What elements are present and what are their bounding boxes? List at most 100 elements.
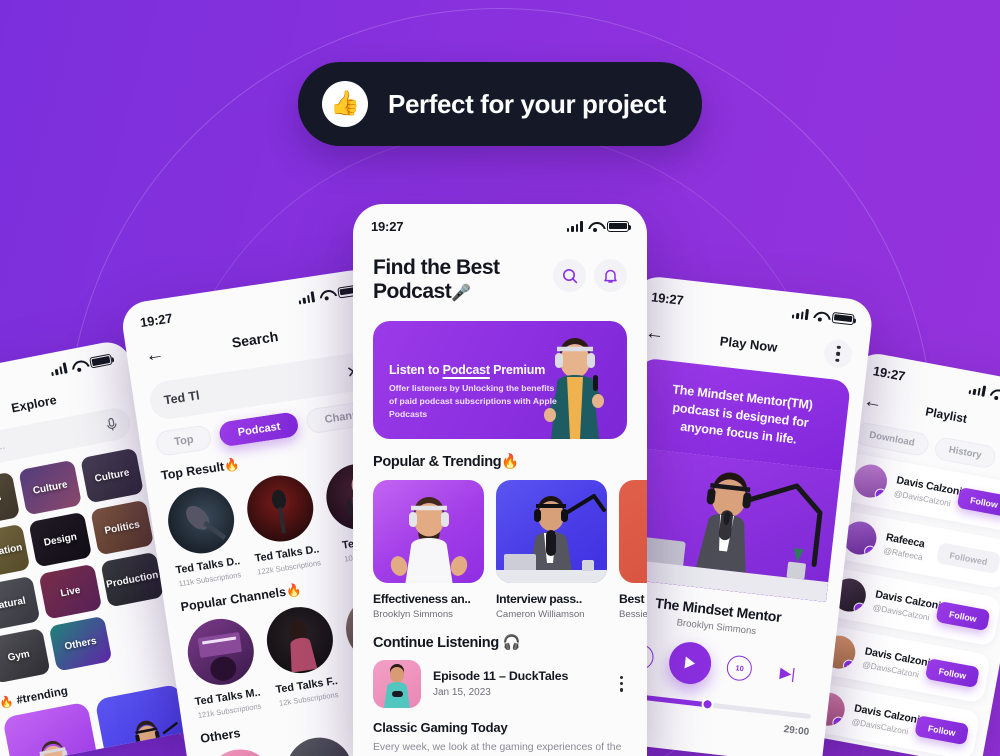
search-placeholder: Search... <box>0 440 6 459</box>
mic-photo <box>271 489 287 534</box>
category-tile[interactable]: Natural <box>0 575 41 632</box>
category-tile[interactable]: Design <box>28 511 93 568</box>
popular-trending-cards: Effectiveness an.. Brooklyn Simmons Inte… <box>353 470 647 620</box>
wifi-icon <box>70 359 86 372</box>
quote-text: The Mindset Mentor(TM) podcast is design… <box>671 382 814 447</box>
category-tile[interactable]: Production <box>100 551 165 608</box>
list-item[interactable]: Ted Talks F.. 12k Subscriptions <box>262 602 342 709</box>
category-tile[interactable]: News <box>0 471 21 528</box>
category-label: Live <box>59 584 82 599</box>
status-time: 19:27 <box>139 310 174 330</box>
card-artwork <box>373 479 484 583</box>
more-options-icon[interactable] <box>616 672 627 696</box>
battery-icon <box>831 311 855 325</box>
podcast-card[interactable]: Interview pass.. Cameron Williamson <box>496 479 607 620</box>
podcast-card[interactable]: Best Bessie <box>619 479 647 620</box>
follow-button[interactable]: Follow <box>956 487 1000 518</box>
speaker-photo <box>289 620 318 673</box>
tab-download[interactable]: Download <box>853 421 931 458</box>
episode-thumbnail <box>373 659 421 708</box>
tab-history[interactable]: History <box>932 435 998 470</box>
episode-date: Jan 15, 2023 <box>433 687 491 699</box>
wifi-icon <box>318 288 333 301</box>
verified-icon: ✓ <box>852 601 867 615</box>
magnifier-glyph <box>562 268 577 283</box>
forward-10-icon[interactable]: 10 <box>725 654 754 683</box>
status-icons <box>297 283 361 305</box>
category-tile[interactable]: Culture <box>18 459 83 516</box>
category-tile[interactable]: Live <box>38 563 103 620</box>
status-time: 19:27 <box>871 363 907 384</box>
status-icons <box>566 220 632 232</box>
banner-body: Offer listeners by Unlocking the benefit… <box>389 382 557 419</box>
play-button[interactable] <box>667 639 714 686</box>
bell-icon[interactable] <box>594 259 627 292</box>
avatar <box>242 471 318 547</box>
guest-illustration <box>619 480 647 583</box>
article-body: Every week, we look at the gaming experi… <box>373 741 622 753</box>
continue-listening-item[interactable]: Episode 11 – DuckTales Jan 15, 2023 <box>353 651 647 708</box>
microphone-icon: 🎤 <box>451 285 471 303</box>
card-title: Best <box>619 591 645 606</box>
home-header: Find the Best Podcast🎤 <box>353 242 647 305</box>
list-item[interactable]: Ted Talks D.. 122k Subscriptions <box>242 471 323 577</box>
banner-text: Listen to Podcast Premium Offer listener… <box>389 363 564 421</box>
followed-button[interactable]: Followed <box>936 542 1000 575</box>
wifi-icon <box>588 221 602 232</box>
category-label: Culture <box>31 478 69 497</box>
headphones-icon: 🎧 <box>502 634 521 651</box>
podcast-card[interactable]: Effectiveness an.. Brooklyn Simmons <box>373 479 484 620</box>
verified-icon: ✓ <box>863 544 878 558</box>
follow-button[interactable]: Follow <box>914 715 970 746</box>
category-label: Politics <box>103 518 141 537</box>
category-label: News <box>0 491 3 508</box>
wifi-icon <box>813 309 828 322</box>
list-item[interactable] <box>202 744 278 756</box>
premium-banner[interactable]: Listen to Podcast Premium Offer listener… <box>373 320 627 439</box>
page-title-line1: Find the Best <box>373 256 500 279</box>
category-label: Culture <box>93 466 131 485</box>
gamer-illustration <box>384 663 410 708</box>
card-artwork <box>619 479 647 583</box>
avatar <box>202 744 278 756</box>
category-tile[interactable]: Education <box>0 523 31 580</box>
wifi-icon <box>989 387 1000 400</box>
list-item-text: Davis Calzoni @DavisCalzoni <box>851 702 921 736</box>
next-track-icon[interactable]: ▶| <box>779 664 796 683</box>
category-label: Natural <box>0 594 27 613</box>
card-author: Cameron Williamson <box>496 608 585 620</box>
mic-icon[interactable] <box>105 417 118 433</box>
follow-button[interactable]: Follow <box>925 658 980 689</box>
card-title: Effectiveness an.. <box>373 591 471 606</box>
fire-icon: 🔥 <box>223 457 241 474</box>
verified-icon: ✓ <box>831 715 846 729</box>
category-tile[interactable]: Culture <box>80 447 144 504</box>
card-author: Bessie <box>619 608 647 620</box>
verified-icon: ✓ <box>873 487 888 501</box>
category-tile[interactable]: Politics <box>90 499 155 556</box>
list-item-text: Davis Calzoni @DavisCalzoni <box>862 645 932 679</box>
popular-trending-label: Popular & Trending <box>373 453 502 470</box>
interview-illustration <box>496 493 607 583</box>
mic-photo <box>186 505 227 541</box>
trending-card[interactable] <box>2 701 105 756</box>
signal-icon <box>297 290 316 305</box>
list-item[interactable]: Ted Talks M.. 121k Subscriptions <box>183 614 263 720</box>
follow-button[interactable]: Follow <box>935 601 991 632</box>
list-item[interactable] <box>281 733 357 756</box>
list-item[interactable]: Ted Talks D.. 111k Subscriptions <box>163 482 244 589</box>
category-label: Production <box>105 569 160 591</box>
avatar <box>163 482 239 558</box>
episode-artwork <box>615 446 841 602</box>
avatar <box>183 614 259 690</box>
host-illustration <box>390 496 468 583</box>
episode-text: Episode 11 – DuckTales Jan 15, 2023 <box>433 669 604 698</box>
search-value: Ted Tl <box>162 388 201 408</box>
article-title: Classic Gaming Today <box>373 719 508 735</box>
search-icon[interactable] <box>553 259 586 292</box>
interview-illustration <box>135 720 179 756</box>
signal-icon <box>566 220 583 232</box>
avatar: ✓ <box>851 461 890 501</box>
page-title-line2: Podcast🎤 <box>373 280 471 304</box>
status-time: 19:27 <box>650 288 685 308</box>
